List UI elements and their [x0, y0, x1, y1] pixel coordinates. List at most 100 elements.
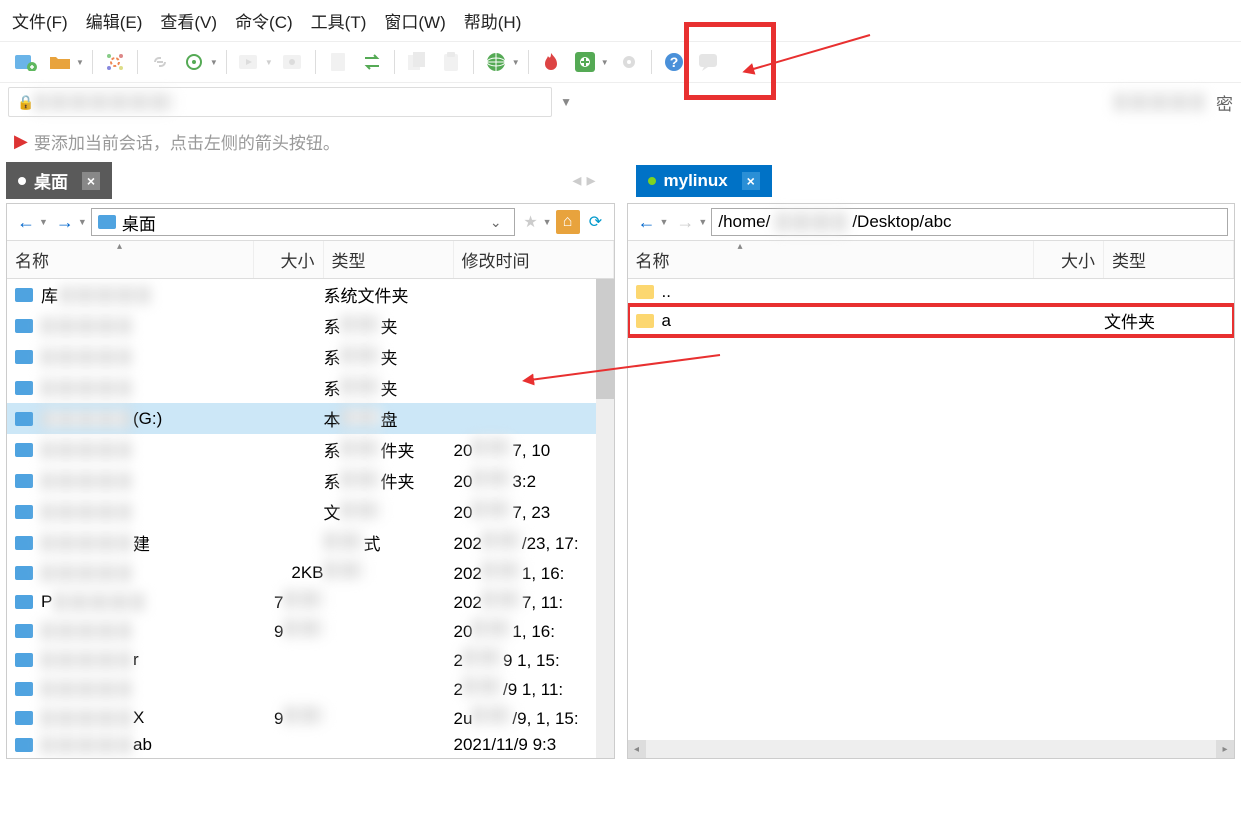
file-row[interactable]: 系夹: [7, 341, 614, 372]
redacted: [482, 590, 522, 608]
remote-path-redacted: [776, 212, 846, 232]
file-row[interactable]: 建 式 202/23, 17:: [7, 527, 614, 558]
back-button[interactable]: ←: [634, 210, 660, 234]
user-value-redacted: [1114, 93, 1204, 111]
menu-view[interactable]: 查看(V): [160, 8, 217, 33]
redacted: [41, 348, 131, 366]
menu-tools[interactable]: 工具(T): [311, 8, 367, 33]
tab-local-desktop[interactable]: 桌面 ×: [6, 162, 112, 199]
back-button[interactable]: ←: [13, 210, 39, 234]
forward-history-icon[interactable]: ▼: [698, 217, 707, 227]
record-icon[interactable]: [279, 48, 307, 76]
play-dropdown-icon[interactable]: ▼: [265, 58, 273, 67]
column-name[interactable]: 名称▴: [7, 241, 254, 278]
back-history-icon[interactable]: ▼: [660, 217, 669, 227]
play-icon[interactable]: [235, 48, 263, 76]
menu-edit[interactable]: 编辑(E): [86, 8, 143, 33]
globe-dropdown-icon[interactable]: ▼: [512, 58, 520, 67]
password-label: 密: [1216, 90, 1233, 115]
xftp-icon[interactable]: [571, 48, 599, 76]
menu-window[interactable]: 窗口(W): [384, 8, 445, 33]
menu-command[interactable]: 命令(C): [235, 8, 293, 33]
local-pane-toolbar: ←▼ →▼ 桌面 ⌄ ★▼ ⌂ ⟳: [7, 204, 614, 241]
help-icon[interactable]: ?: [660, 48, 688, 76]
new-session-icon[interactable]: [12, 48, 40, 76]
file-row[interactable]: P 7 2027, 11:: [7, 587, 614, 616]
host-input[interactable]: 🔒: [8, 87, 552, 117]
settings-dropdown-icon[interactable]: ▼: [210, 58, 218, 67]
redacted: [482, 561, 522, 579]
column-name[interactable]: 名称▴: [628, 241, 1035, 278]
globe-icon[interactable]: [482, 48, 510, 76]
redacted: [341, 439, 381, 457]
redacted: [341, 315, 381, 333]
forward-history-icon[interactable]: ▼: [78, 217, 87, 227]
file-row[interactable]: 系夹: [7, 310, 614, 341]
scroll-left-icon[interactable]: ◂: [628, 740, 646, 758]
column-type[interactable]: 类型: [324, 241, 454, 278]
copy-icon[interactable]: [403, 48, 431, 76]
redacted: [41, 317, 131, 335]
home-button[interactable]: ⌂: [556, 210, 580, 234]
menu-help[interactable]: 帮助(H): [464, 8, 522, 33]
file-row[interactable]: 9 201, 16:: [7, 616, 614, 645]
menu-file[interactable]: 文件(F): [12, 8, 68, 33]
file-row[interactable]: 系件夹 203:2: [7, 465, 614, 496]
doc-icon[interactable]: [324, 48, 352, 76]
reconnect-icon[interactable]: [101, 48, 129, 76]
file-row[interactable]: 2KB 2021, 16:: [7, 558, 614, 587]
settings-icon[interactable]: [180, 48, 208, 76]
remote-file-list[interactable]: .. a 文件夹: [628, 279, 1235, 740]
redacted: [41, 534, 131, 552]
scrollbar[interactable]: [596, 279, 614, 758]
file-row[interactable]: r 29 1, 15:: [7, 645, 614, 674]
tab-nav-arrows[interactable]: ◂ ▸: [572, 170, 605, 191]
paste-icon[interactable]: [437, 48, 465, 76]
chevron-down-icon[interactable]: ⌄: [490, 214, 502, 231]
file-row[interactable]: ab 2021/11/9 9:3: [7, 732, 614, 758]
scroll-right-icon[interactable]: ▸: [1216, 740, 1234, 758]
file-row[interactable]: 2/9 1, 11:: [7, 674, 614, 703]
redacted: [463, 677, 503, 695]
horizontal-scrollbar[interactable]: ◂ ▸: [628, 740, 1235, 758]
file-row[interactable]: a 文件夹: [628, 305, 1235, 336]
redacted: [472, 469, 512, 487]
forward-button[interactable]: →: [672, 210, 698, 234]
tab-close-icon[interactable]: ×: [742, 172, 760, 190]
column-size[interactable]: 大小: [1034, 241, 1104, 278]
chat-icon[interactable]: [694, 48, 722, 76]
local-file-list[interactable]: 库 系统文件夹 系夹 系夹 系夹 (G:) 本盘 系件夹 207, 10 系件夹…: [7, 279, 614, 758]
remote-path-input[interactable]: /home//Desktop/abc: [711, 208, 1228, 236]
refresh-button[interactable]: ⟳: [584, 210, 608, 234]
forward-button[interactable]: →: [52, 210, 78, 234]
file-row[interactable]: 系件夹 207, 10: [7, 434, 614, 465]
file-icon: [13, 709, 35, 727]
file-icon: [13, 564, 35, 582]
tab-remote-mylinux[interactable]: mylinux ×: [636, 165, 772, 197]
file-row[interactable]: 库 系统文件夹: [7, 279, 614, 310]
link-icon[interactable]: [146, 48, 174, 76]
column-date[interactable]: 修改时间: [454, 241, 614, 278]
file-row[interactable]: 系夹: [7, 372, 614, 403]
file-icon: [13, 317, 35, 335]
local-path-input[interactable]: 桌面 ⌄: [91, 208, 515, 236]
svg-text:?: ?: [669, 54, 678, 70]
tab-close-icon[interactable]: ×: [82, 172, 100, 190]
transfer-icon[interactable]: [358, 48, 386, 76]
open-icon[interactable]: [46, 48, 74, 76]
gear-icon[interactable]: [615, 48, 643, 76]
host-dropdown-icon[interactable]: ▼: [560, 95, 572, 109]
fire-icon[interactable]: [537, 48, 565, 76]
file-row[interactable]: ..: [628, 279, 1235, 305]
column-type[interactable]: 类型: [1104, 241, 1234, 278]
file-row[interactable]: 文 207, 23: [7, 496, 614, 527]
column-size[interactable]: 大小: [254, 241, 324, 278]
open-dropdown-icon[interactable]: ▼: [76, 58, 84, 67]
back-history-icon[interactable]: ▼: [39, 217, 48, 227]
xftp-dropdown-icon[interactable]: ▼: [601, 58, 609, 67]
bookmark-dropdown-icon[interactable]: ▼: [543, 217, 552, 227]
file-row[interactable]: X 9 2u/9, 1, 15:: [7, 703, 614, 732]
bookmark-button[interactable]: ★: [519, 210, 543, 234]
file-row[interactable]: (G:) 本盘: [7, 403, 614, 434]
scrollbar-thumb[interactable]: [596, 279, 614, 399]
